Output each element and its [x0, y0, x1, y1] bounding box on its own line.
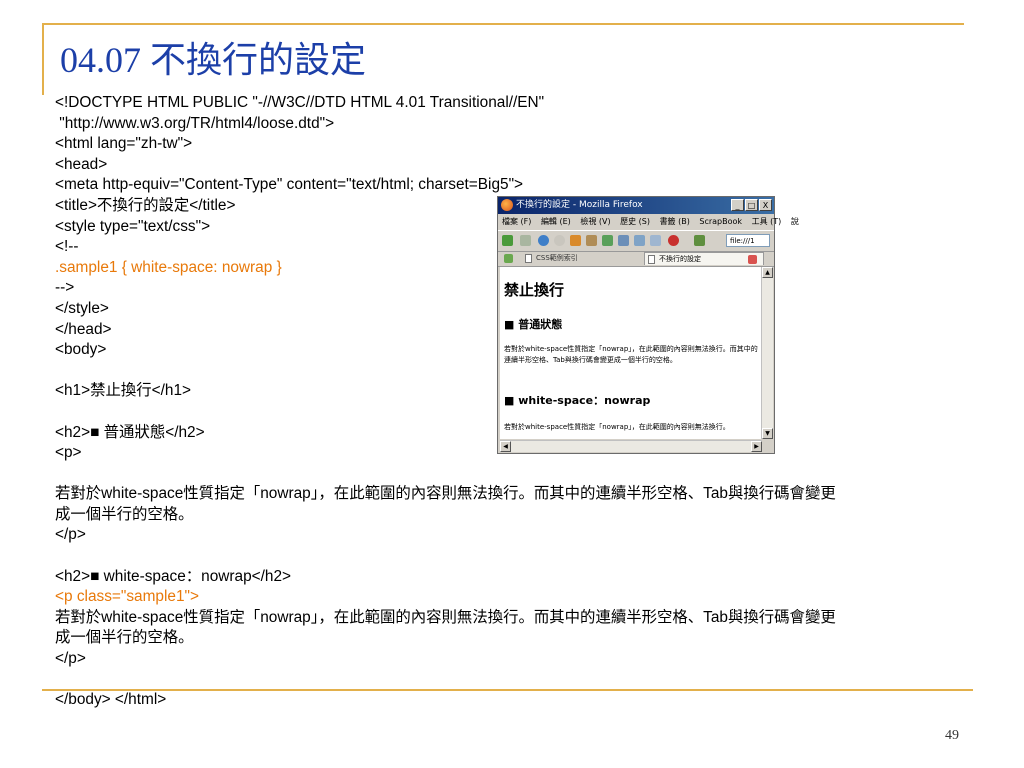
- section-heading: ■ 普通狀態: [504, 318, 563, 331]
- firefox-window: 不換行的設定 - Mozilla Firefox _ □ X 檔案 (F) 編輯…: [497, 196, 799, 454]
- menu-history[interactable]: 歷史 (S): [620, 217, 650, 226]
- section-heading: ■ white-space：nowrap: [504, 394, 651, 407]
- menu-bookmarks[interactable]: 書籤 (B): [660, 217, 690, 226]
- code-line: 若對於white-space性質指定「nowrap」，在此範圍的內容則無法換行。…: [55, 485, 836, 503]
- horizontal-scrollbar[interactable]: ◀ ▶: [500, 440, 762, 452]
- tab-bar: CSS範例索引 不換行的設定: [498, 251, 774, 267]
- navigation-toolbar: file:///1: [498, 230, 774, 252]
- menu-edit[interactable]: 編輯 (E): [541, 217, 571, 226]
- tab-label: 不換行的設定: [659, 255, 701, 263]
- code-line: <html lang="zh-tw">: [55, 135, 193, 153]
- document-icon: [648, 255, 655, 264]
- paragraph-normal: 若對於white-space性質指定「nowrap」，在此範圍的內容則無法換行。…: [504, 345, 758, 364]
- stop-icon[interactable]: [554, 235, 565, 246]
- code-line: </body> </html>: [55, 691, 167, 709]
- document-icon: [525, 254, 532, 263]
- menu-tools[interactable]: 工具 (T): [752, 217, 782, 226]
- window-titlebar[interactable]: 不換行的設定 - Mozilla Firefox _ □ X: [498, 197, 774, 214]
- page-number: 49: [945, 728, 959, 743]
- code-line: <head>: [55, 155, 108, 173]
- menu-file[interactable]: 檔案 (F): [502, 217, 531, 226]
- vertical-scrollbar[interactable]: ▲ ▼: [761, 267, 773, 439]
- code-line: </p>: [55, 650, 86, 668]
- code-line: <meta http-equiv="Content-Type" content=…: [55, 176, 524, 194]
- page-icon[interactable]: [618, 235, 629, 246]
- menu-view[interactable]: 檢視 (V): [580, 217, 610, 226]
- code-line-highlighted: <p class="sample1">: [55, 588, 199, 606]
- url-text: file:///1: [730, 237, 755, 245]
- scroll-up-icon[interactable]: ▲: [762, 267, 773, 278]
- code-line: 成一個半行的空格。: [55, 505, 194, 523]
- firefox-logo-icon: [501, 199, 513, 211]
- maximize-button[interactable]: □: [745, 199, 758, 211]
- minimize-button[interactable]: _: [731, 199, 744, 211]
- forward-icon[interactable]: [520, 235, 531, 246]
- page-viewport: 禁止換行 ■ 普通狀態 若對於white-space性質指定「nowrap」，在…: [500, 267, 762, 439]
- close-tab-icon[interactable]: [748, 255, 757, 264]
- window-controls: _ □ X: [731, 199, 772, 211]
- back-icon[interactable]: [502, 235, 513, 246]
- close-button[interactable]: X: [759, 199, 772, 211]
- scroll-right-icon[interactable]: ▶: [751, 441, 762, 452]
- code-line: 成一個半行的空格。: [55, 629, 194, 647]
- scroll-left-icon[interactable]: ◀: [500, 441, 511, 452]
- code-line: 若對於white-space性質指定「nowrap」，在此範圍的內容則無法換行。…: [55, 608, 836, 626]
- adblock-icon[interactable]: [668, 235, 679, 246]
- tab-label: CSS範例索引: [536, 254, 578, 262]
- page-heading: 禁止換行: [504, 281, 565, 299]
- paragraph-nowrap: 若對於white-space性質指定「nowrap」，在此範圍的內容則無法換行。: [504, 423, 730, 431]
- code-line: <!DOCTYPE HTML PUBLIC "-//W3C//DTD HTML …: [55, 94, 545, 111]
- url-bar[interactable]: file:///1: [726, 234, 770, 247]
- left-rule: [42, 23, 44, 95]
- menu-bar: 檔案 (F) 編輯 (E) 檢視 (V) 歷史 (S) 書籤 (B) Scrap…: [498, 214, 799, 230]
- slide-title: 04.07 不換行的設定: [60, 40, 367, 80]
- tab-current[interactable]: 不換行的設定: [644, 252, 764, 265]
- home-icon[interactable]: [570, 235, 581, 246]
- code-line: </p>: [55, 526, 86, 544]
- reload-icon[interactable]: [538, 235, 549, 246]
- window-title: 不換行的設定 - Mozilla Firefox: [516, 200, 643, 210]
- menu-scrapbook[interactable]: ScrapBook: [699, 217, 742, 226]
- code-line: "http://www.w3.org/TR/html4/loose.dtd">: [55, 114, 335, 132]
- script-icon[interactable]: [694, 235, 705, 246]
- code-line: <h2>■ white-space：nowrap</h2>: [55, 567, 292, 585]
- new-tab-icon[interactable]: [504, 254, 513, 263]
- extension-icon[interactable]: [586, 235, 597, 246]
- tab-css-index[interactable]: CSS範例索引: [522, 252, 632, 265]
- scroll-down-icon[interactable]: ▼: [762, 428, 773, 439]
- bookmark-icon[interactable]: [602, 235, 613, 246]
- top-rule: [42, 23, 964, 25]
- screenshot-icon[interactable]: [634, 235, 645, 246]
- menu-help[interactable]: 說: [791, 217, 799, 226]
- sidebar-icon[interactable]: [650, 235, 661, 246]
